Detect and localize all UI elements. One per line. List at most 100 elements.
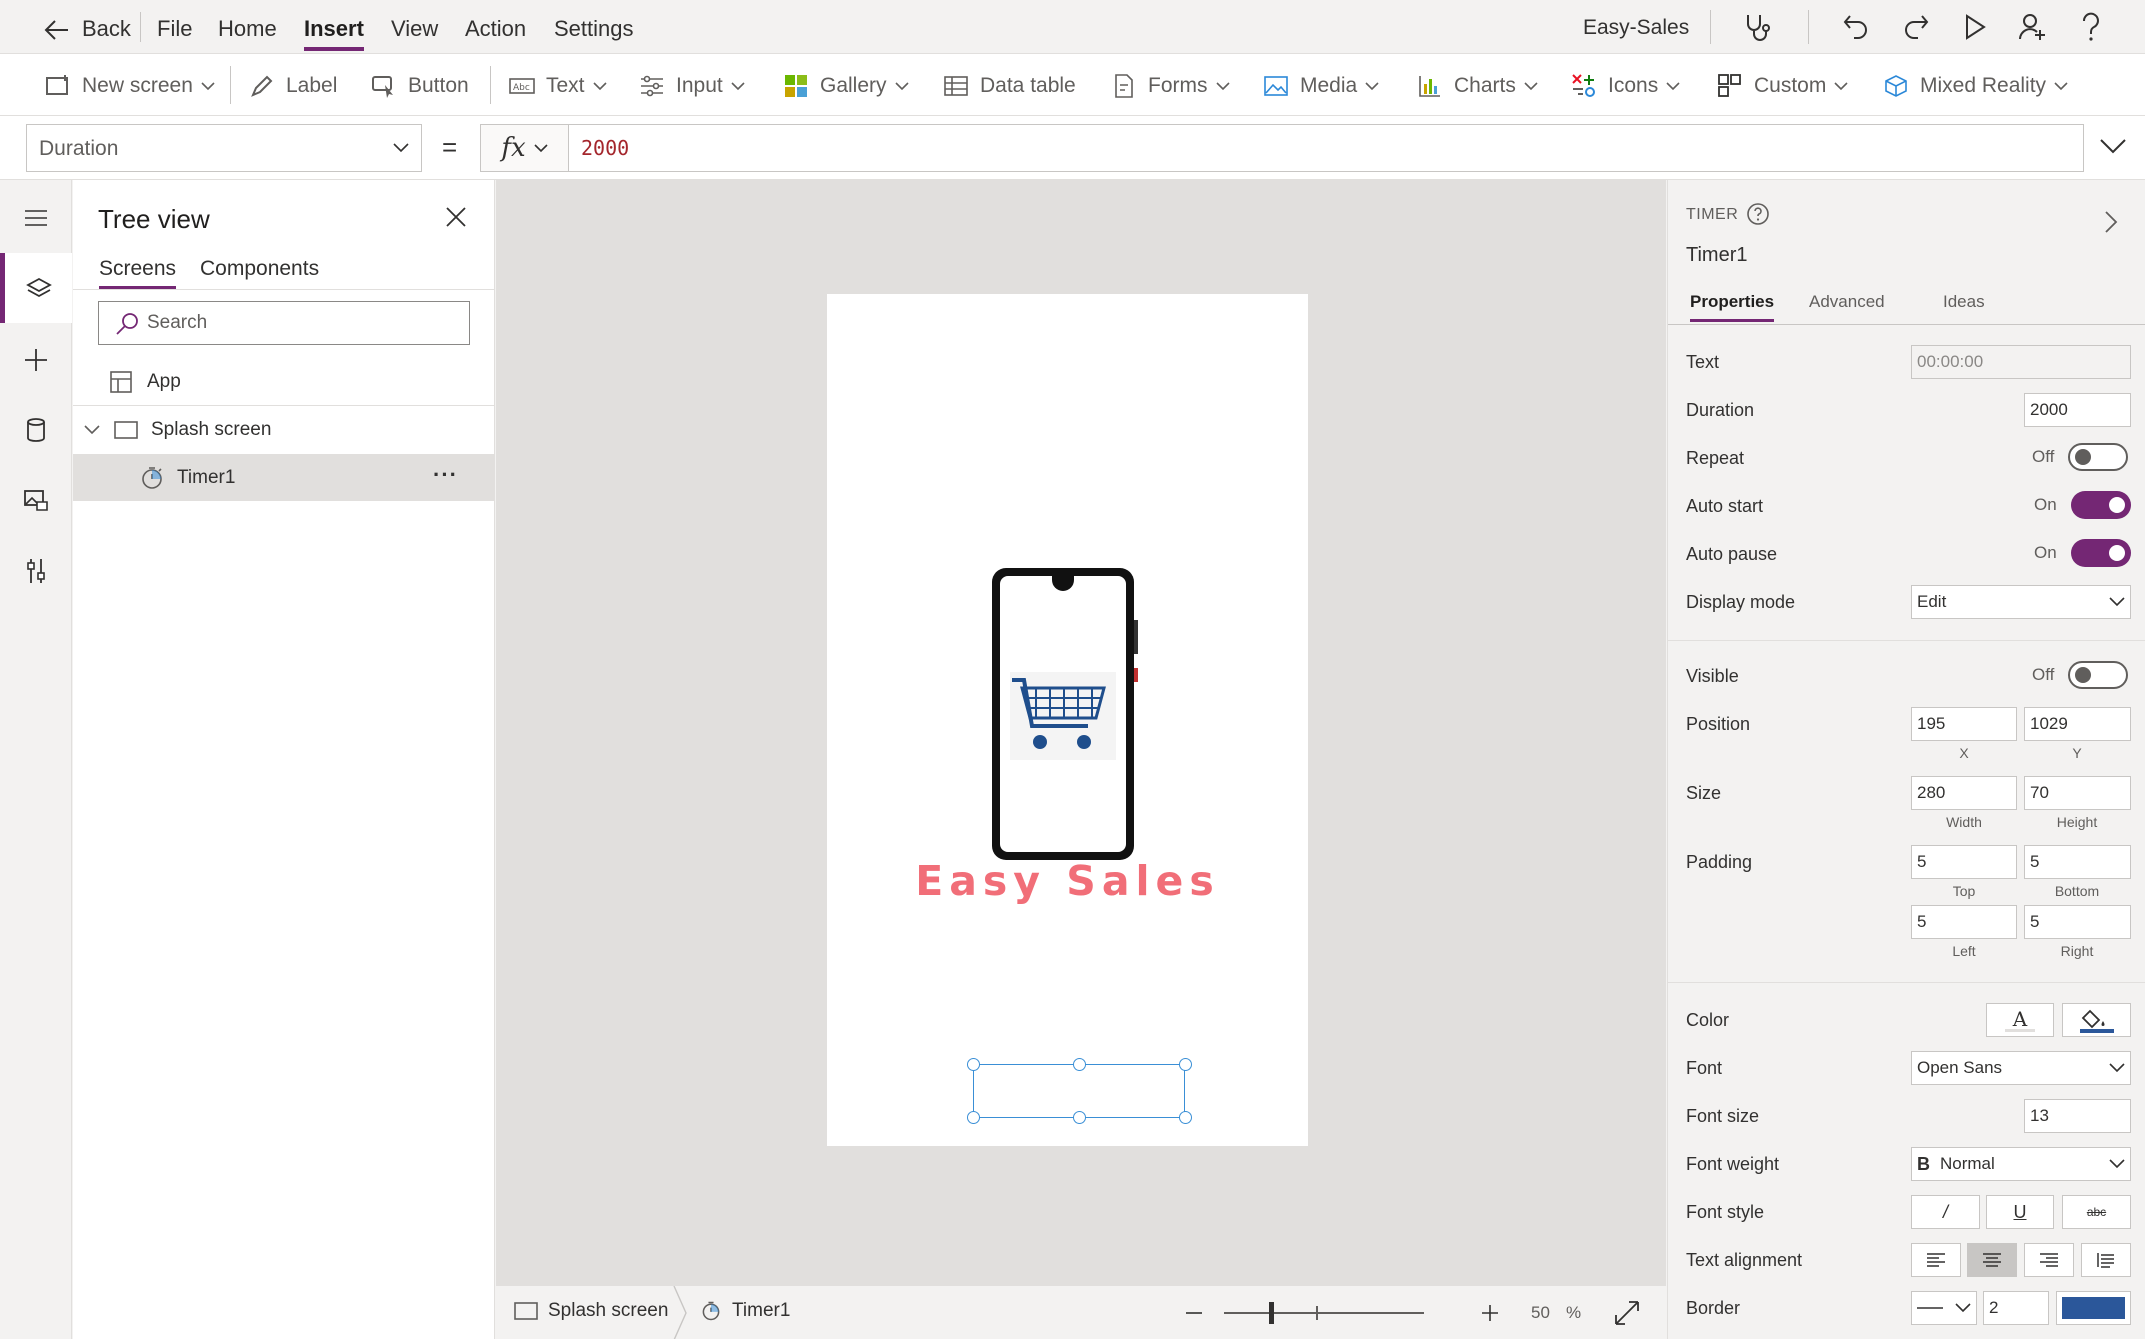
padding-top-input[interactable]: 5 — [1911, 845, 2017, 879]
stethoscope-icon[interactable] — [1742, 12, 1772, 42]
breadcrumb-control[interactable]: Timer1 — [700, 1300, 790, 1322]
zoom-in-icon[interactable] — [1480, 1303, 1500, 1323]
italic-button[interactable]: / — [1911, 1195, 1980, 1229]
height-input[interactable]: 70 — [2024, 776, 2131, 810]
data-table-button[interactable]: Data table — [942, 70, 1076, 102]
zoom-slider[interactable] — [1224, 1302, 1424, 1324]
font-dropdown[interactable]: Open Sans — [1911, 1051, 2131, 1085]
insert-button[interactable] — [0, 325, 72, 395]
padding-left-input[interactable]: 5 — [1911, 905, 2017, 939]
resize-handle[interactable] — [967, 1058, 980, 1071]
phone-cart-logo-image[interactable] — [990, 564, 1140, 866]
play-icon[interactable] — [1962, 13, 1988, 41]
timer-control[interactable] — [967, 1058, 1192, 1124]
tab-advanced[interactable]: Advanced — [1809, 292, 1885, 312]
visible-toggle[interactable] — [2068, 661, 2129, 689]
tree-item-app[interactable]: App — [73, 358, 494, 405]
padding-bottom-input[interactable]: 5 — [2024, 845, 2131, 879]
menu-home[interactable]: Home — [218, 16, 277, 42]
fontweight-dropdown[interactable]: B Normal — [1911, 1147, 2131, 1181]
app-screen-preview[interactable]: Easy Sales — [827, 294, 1308, 1146]
fill-color-button[interactable] — [2062, 1003, 2131, 1037]
help-icon[interactable] — [2080, 12, 2102, 42]
fontsize-input[interactable]: 13 — [2024, 1099, 2131, 1133]
label-button[interactable]: Label — [248, 70, 337, 102]
undo-icon[interactable] — [1842, 12, 1870, 40]
fx-button[interactable]: fx — [481, 125, 569, 171]
padding-right-input[interactable]: 5 — [2024, 905, 2131, 939]
resize-handle[interactable] — [1073, 1111, 1086, 1124]
duration-property-input[interactable]: 2000 — [2024, 393, 2131, 427]
resize-handle[interactable] — [1073, 1058, 1086, 1071]
align-center-button[interactable] — [1967, 1243, 2017, 1277]
expand-formula-icon[interactable] — [2100, 138, 2126, 154]
menu-file[interactable]: File — [157, 16, 192, 42]
menu-settings[interactable]: Settings — [554, 16, 634, 42]
position-y-input[interactable]: 1029 — [2024, 707, 2131, 741]
border-color-button[interactable] — [2056, 1291, 2131, 1325]
position-x-input[interactable]: 195 — [1911, 707, 2017, 741]
more-options-icon[interactable]: ··· — [433, 462, 458, 488]
back-arrow-icon[interactable] — [44, 18, 70, 42]
media-button[interactable]: Media — [1262, 70, 1379, 102]
data-button[interactable] — [0, 395, 72, 465]
collapse-pane-icon[interactable] — [2104, 210, 2118, 234]
tab-components[interactable]: Components — [200, 257, 319, 281]
resize-handle[interactable] — [1179, 1111, 1192, 1124]
strikethrough-button[interactable]: abc — [2062, 1195, 2131, 1229]
help-circle-icon[interactable] — [1746, 202, 1770, 226]
new-screen-button[interactable]: New screen — [44, 70, 215, 102]
media-panel-button[interactable] — [0, 465, 72, 535]
redo-icon[interactable] — [1902, 12, 1930, 40]
text-property-input[interactable]: 00:00:00 — [1911, 345, 2131, 379]
forms-button[interactable]: Forms — [1110, 70, 1230, 102]
advanced-tools-button[interactable] — [0, 536, 72, 606]
fit-to-window-icon[interactable] — [1614, 1300, 1640, 1326]
resize-handle[interactable] — [1179, 1058, 1192, 1071]
breadcrumb-screen[interactable]: Splash screen — [514, 1300, 668, 1322]
share-user-icon[interactable] — [2018, 12, 2048, 42]
button-button[interactable]: Button — [370, 70, 469, 102]
tab-properties[interactable]: Properties — [1690, 292, 1775, 322]
menu-action[interactable]: Action — [465, 16, 526, 42]
tab-ideas[interactable]: Ideas — [1943, 292, 1985, 312]
gallery-button[interactable]: Gallery — [782, 70, 909, 102]
input-button[interactable]: Input — [638, 70, 745, 102]
zoom-value[interactable]: 50 — [1531, 1303, 1550, 1323]
zoom-out-icon[interactable] — [1184, 1303, 1204, 1323]
width-input[interactable]: 280 — [1911, 776, 2017, 810]
tree-item-timer1[interactable]: Timer1 ··· — [73, 454, 494, 501]
back-button[interactable]: Back — [82, 16, 131, 42]
text-color-button[interactable]: A — [1986, 1003, 2054, 1037]
autopause-toggle[interactable] — [2070, 539, 2131, 567]
control-name[interactable]: Timer1 — [1686, 244, 1747, 267]
align-justify-button[interactable] — [2081, 1243, 2131, 1277]
charts-button[interactable]: Charts — [1416, 70, 1538, 102]
search-input[interactable]: Search — [98, 301, 470, 345]
icons-button[interactable]: Icons — [1570, 70, 1680, 102]
menu-view[interactable]: View — [391, 16, 438, 42]
formula-input[interactable]: fx 2000 — [480, 124, 2084, 172]
border-width-input[interactable]: 2 — [1983, 1291, 2049, 1325]
property-dropdown[interactable]: Duration — [26, 124, 422, 172]
align-left-button[interactable] — [1911, 1243, 1961, 1277]
autostart-toggle[interactable] — [2070, 491, 2131, 519]
chevron-down-icon[interactable] — [83, 424, 101, 436]
menu-insert[interactable]: Insert — [304, 16, 364, 51]
properties-pane: TIMER Timer1 Properties Advanced Ideas T… — [1667, 180, 2145, 1339]
border-style-dropdown[interactable] — [1911, 1291, 1977, 1325]
displaymode-dropdown[interactable]: Edit — [1911, 585, 2131, 619]
text-button[interactable]: Abc Text — [508, 70, 607, 102]
repeat-toggle[interactable] — [2068, 443, 2129, 471]
close-icon[interactable] — [443, 204, 473, 234]
custom-button[interactable]: Custom — [1716, 70, 1848, 102]
tab-screens[interactable]: Screens — [99, 257, 177, 289]
tree-item-splash-screen[interactable]: Splash screen — [73, 406, 494, 453]
hamburger-menu-button[interactable] — [0, 183, 72, 253]
resize-handle[interactable] — [967, 1111, 980, 1124]
zoom-slider-thumb[interactable] — [1269, 1302, 1274, 1324]
align-right-button[interactable] — [2024, 1243, 2074, 1277]
tree-view-button[interactable] — [0, 253, 72, 323]
mixed-reality-button[interactable]: Mixed Reality — [1882, 70, 2068, 102]
underline-button[interactable]: U — [1986, 1195, 2054, 1229]
